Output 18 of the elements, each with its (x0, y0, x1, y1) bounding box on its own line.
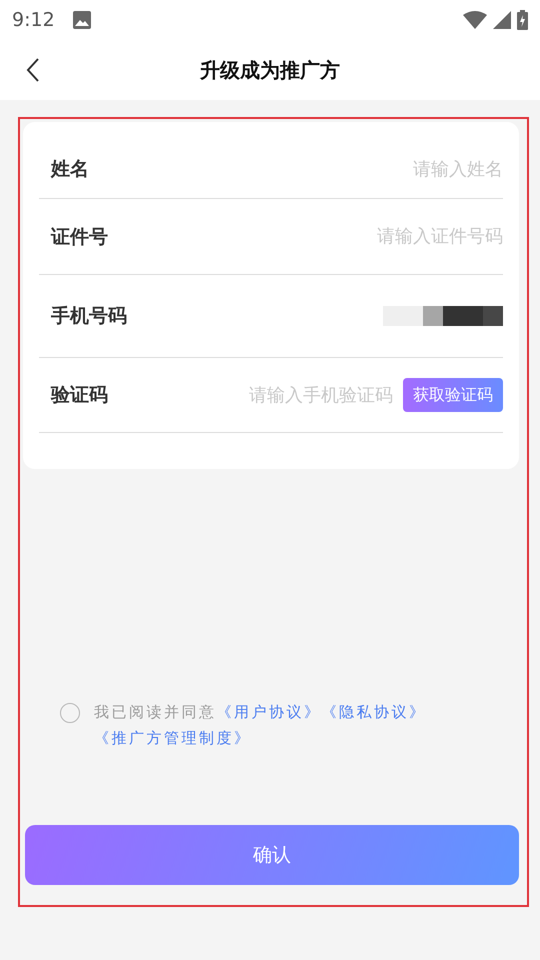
agreement-link[interactable]: 《隐私协议》 (322, 703, 426, 721)
field-label: 姓名 (51, 157, 89, 182)
confirm-button[interactable]: 确认 (25, 825, 519, 885)
field-label: 验证码 (51, 383, 108, 408)
image-icon (72, 11, 91, 29)
get-code-button[interactable]: 获取验证码 (403, 378, 503, 412)
signal-icon (493, 11, 511, 29)
status-time: 9:12 (12, 9, 55, 31)
page-title: 升级成为推广方 (200, 56, 340, 84)
agree-checkbox[interactable] (60, 703, 80, 723)
chevron-left-icon (26, 57, 40, 83)
wifi-icon (463, 11, 487, 29)
agreement-link[interactable]: 《推广方管理制度》 (94, 729, 252, 747)
agreement-link[interactable]: 《用户协议》 (216, 703, 322, 721)
agreement-text: 我已阅读并同意《用户协议》《隐私协议》 《推广方管理制度》 (94, 702, 428, 749)
field-label: 手机号码 (51, 304, 127, 329)
field-label: 证件号 (51, 224, 108, 250)
battery-icon (517, 10, 528, 30)
